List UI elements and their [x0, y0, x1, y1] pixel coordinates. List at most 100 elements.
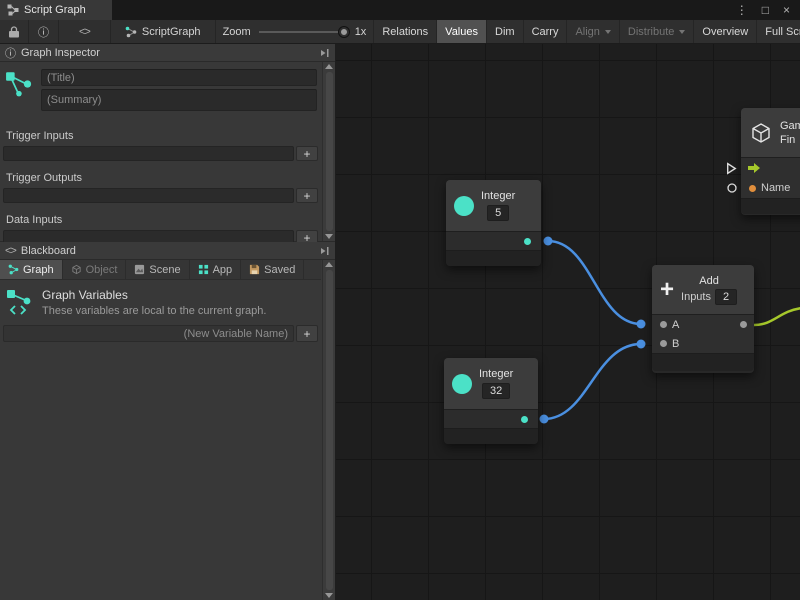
blackboard-tabs: Graph Object Scene	[0, 260, 321, 280]
relations-button[interactable]: Relations	[373, 20, 437, 43]
zoom-value: 1x	[355, 26, 367, 38]
node-gameobject-find[interactable]: Gam Fin Name	[741, 108, 800, 215]
scroll-down-icon[interactable]	[325, 593, 333, 598]
node-add[interactable]: + Add Inputs 2 A B	[652, 265, 754, 373]
integer-output-port[interactable]	[521, 416, 528, 423]
lock-icon	[9, 26, 19, 38]
tab-saved[interactable]: Saved	[241, 260, 304, 279]
zoom-slider[interactable]	[259, 31, 347, 33]
dock-icon[interactable]	[320, 246, 330, 256]
graph-inspector-panel: ⓘ Graph Inspector	[0, 44, 335, 242]
trigger-outputs-list	[3, 188, 294, 203]
add-variable-button[interactable]: +	[296, 325, 318, 342]
window-menu-icon[interactable]: ⋮	[736, 3, 748, 17]
output-port[interactable]	[740, 321, 747, 328]
integer-value-field[interactable]: 32	[482, 383, 510, 399]
data-inputs-section: Data Inputs +	[3, 212, 318, 245]
value-input-port[interactable]	[726, 182, 738, 194]
tab-scene[interactable]: Scene	[126, 260, 189, 279]
values-button[interactable]: Values	[437, 20, 487, 43]
dim-button[interactable]: Dim	[487, 20, 524, 43]
node-footer	[444, 428, 538, 444]
add-trigger-input-button[interactable]: +	[296, 146, 318, 161]
flow-input-port[interactable]	[726, 162, 737, 175]
dock-icon[interactable]	[320, 48, 330, 58]
graph-summary-input[interactable]	[41, 89, 317, 111]
new-variable-input[interactable]	[3, 325, 294, 342]
wire-endpoint[interactable]	[540, 415, 549, 424]
window-maximize-icon[interactable]: □	[762, 3, 769, 17]
tab-object-label: Object	[86, 264, 118, 276]
trigger-inputs-section: Trigger Inputs +	[3, 128, 318, 161]
graph-inspector-header: ⓘ Graph Inspector	[0, 44, 335, 62]
lock-button[interactable]	[0, 20, 29, 43]
integer-value-field[interactable]: 5	[487, 205, 509, 221]
blackboard-scrollbar[interactable]	[322, 260, 335, 600]
node-header[interactable]: Integer 5	[446, 180, 541, 232]
node-title-line2: Fin	[780, 134, 800, 146]
name-port-dot[interactable]	[749, 185, 756, 192]
node-port-strip	[446, 232, 541, 250]
node-header[interactable]: + Add Inputs 2	[652, 265, 754, 315]
tab-object[interactable]: Object	[63, 260, 127, 279]
new-variable-row: +	[3, 325, 318, 342]
tab-script-graph[interactable]: Script Graph	[0, 0, 112, 20]
titlebar: Script Graph ⋮ □ ×	[0, 0, 800, 20]
node-integer-32[interactable]: Integer 32	[444, 358, 538, 444]
zoom-slider-handle[interactable]	[339, 27, 349, 37]
graph-selector[interactable]: ScriptGraph	[111, 20, 216, 43]
integer-output-port[interactable]	[524, 238, 531, 245]
scroll-thumb[interactable]	[326, 270, 333, 590]
inspector-scrollbar[interactable]	[322, 62, 335, 241]
graph-tab-icon	[8, 264, 19, 275]
carry-button[interactable]: Carry	[524, 20, 568, 43]
align-label: Align	[575, 26, 599, 38]
graph-variables-block: Graph Variables These variables are loca…	[0, 280, 321, 323]
align-button[interactable]: Align	[567, 20, 619, 43]
overview-button[interactable]: Overview	[694, 20, 757, 43]
node-header[interactable]: Integer 32	[444, 358, 538, 410]
inputs-count-field[interactable]: 2	[715, 289, 737, 305]
tab-graph[interactable]: Graph	[0, 260, 63, 279]
info-icon: ⓘ	[5, 45, 16, 61]
fullscreen-button[interactable]: Full Screen	[757, 20, 800, 43]
blackboard-toggle-button[interactable]: <>	[59, 20, 111, 43]
flow-arrow-icon[interactable]	[747, 162, 761, 174]
node-title: Integer	[481, 190, 515, 202]
distribute-button[interactable]: Distribute	[620, 20, 694, 43]
zoom-label: Zoom	[223, 26, 251, 38]
app-grid-icon	[198, 264, 209, 275]
trigger-outputs-section: Trigger Outputs +	[3, 170, 318, 203]
fullscreen-label: Full Screen	[765, 26, 800, 38]
node-footer	[446, 250, 541, 266]
tab-app[interactable]: App	[190, 260, 242, 279]
window-close-icon[interactable]: ×	[783, 3, 790, 17]
port-row-a: A	[652, 315, 754, 334]
node-integer-5[interactable]: Integer 5	[446, 180, 541, 266]
input-port-a[interactable]	[660, 321, 667, 328]
scroll-up-icon[interactable]	[325, 64, 333, 69]
wire-integer32-to-add-b[interactable]	[544, 344, 641, 419]
scroll-thumb[interactable]	[326, 72, 333, 231]
graph-name-label: ScriptGraph	[142, 26, 201, 38]
graph-nodes-icon	[5, 69, 35, 99]
node-title: Add	[699, 275, 719, 287]
scroll-up-icon[interactable]	[325, 262, 333, 267]
wire-endpoint[interactable]	[637, 320, 646, 329]
port-row-b: B	[652, 334, 754, 353]
wire-integer5-to-add-a[interactable]	[548, 241, 641, 324]
wire-add-output[interactable]	[754, 308, 800, 325]
graph-canvas[interactable]: Integer 5 Integer 32	[336, 44, 800, 600]
input-port-b[interactable]	[660, 340, 667, 347]
sidebar: ⓘ Graph Inspector	[0, 44, 336, 600]
wire-endpoint[interactable]	[637, 340, 646, 349]
node-header[interactable]: Gam Fin	[741, 108, 800, 158]
values-label: Values	[445, 26, 478, 38]
graph-title-input[interactable]	[41, 69, 317, 86]
add-trigger-output-button[interactable]: +	[296, 188, 318, 203]
inspector-toggle-button[interactable]: ⓘ	[29, 20, 59, 43]
scroll-down-icon[interactable]	[325, 234, 333, 239]
node-title: Integer	[479, 368, 513, 380]
blackboard-title: Blackboard	[21, 245, 76, 257]
wire-endpoint[interactable]	[544, 237, 553, 246]
